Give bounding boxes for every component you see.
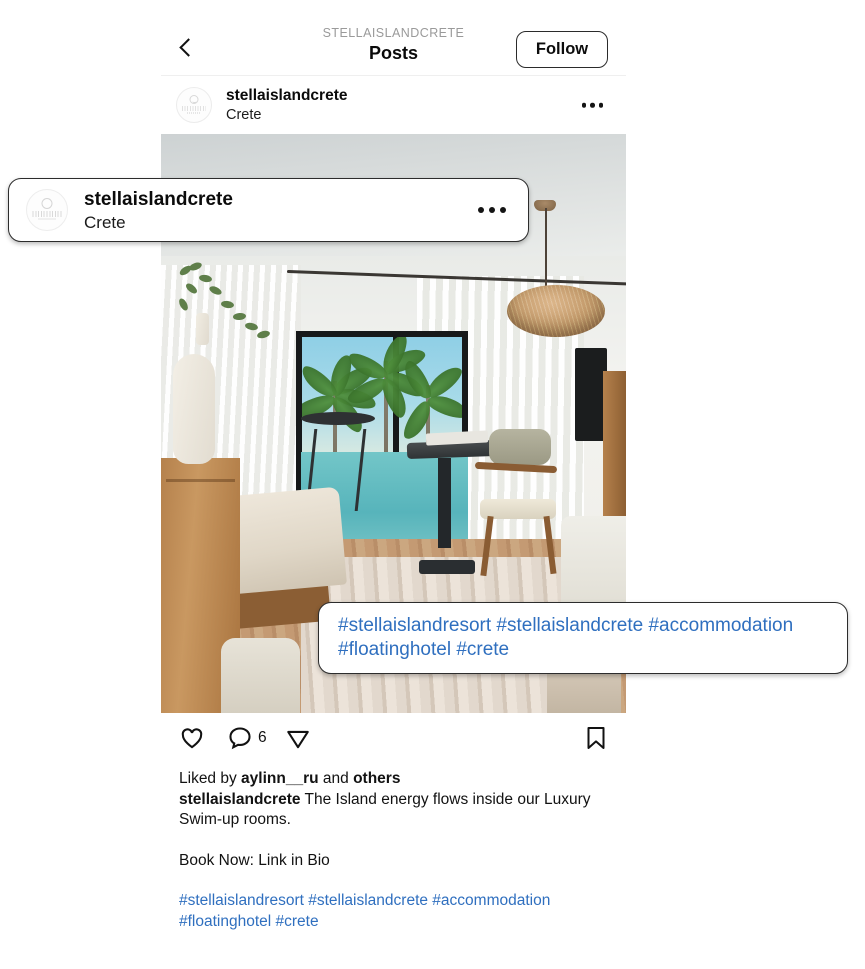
liked-by-mid: and (318, 770, 354, 787)
comment-button[interactable]: 6 (227, 725, 267, 751)
photo-lamp-cord (544, 208, 547, 290)
caption-author[interactable]: stellaislandcrete (179, 791, 300, 808)
photo-side-table-top (300, 411, 375, 425)
top-navigation-bar: STELLAISLANDCRETE Posts Follow (161, 0, 626, 76)
avatar-subtext (187, 111, 201, 114)
photo-armchair-back (488, 429, 551, 466)
avatar-emblem-icon (189, 95, 199, 105)
photo-ottoman (221, 637, 301, 713)
heart-icon (181, 728, 203, 749)
photo-olive-branch (175, 261, 285, 391)
caption-body-line: stellaislandcrete The Island energy flow… (179, 790, 608, 831)
comment-icon (229, 727, 251, 750)
share-paper-plane-icon (286, 730, 309, 749)
photo-dining-table-column (437, 458, 451, 549)
callout-account-text-group: stellaislandcrete Crete (84, 188, 233, 233)
photo-dining-table-base (419, 559, 476, 574)
share-button[interactable] (285, 725, 311, 751)
dot (478, 207, 484, 213)
avatar-emblem-icon (41, 198, 53, 210)
callout-account-row: stellaislandcrete Crete (8, 178, 529, 242)
callout-hashtags-line-2[interactable]: #floatinghotel #crete (338, 638, 827, 662)
callout-avatar[interactable] (26, 189, 68, 231)
dot (590, 102, 595, 108)
dot (598, 102, 603, 108)
back-button[interactable] (169, 30, 203, 64)
callout-hashtags: #stellaislandresort #stellaislandcrete #… (318, 602, 848, 674)
caption-hashtags-line-2[interactable]: #floatinghotel #crete (179, 912, 608, 933)
dot (581, 102, 586, 108)
chevron-left-icon (178, 37, 198, 57)
avatar-subtext (38, 218, 56, 221)
account-text-group: stellaislandcrete Crete (226, 86, 347, 124)
callout-account-username[interactable]: stellaislandcrete (84, 188, 233, 211)
follow-button[interactable]: Follow (516, 31, 608, 68)
post-action-bar: 6 (161, 713, 626, 763)
avatar[interactable] (176, 87, 212, 123)
liked-by-others[interactable]: others (353, 770, 400, 787)
account-location[interactable]: Crete (226, 106, 347, 124)
more-options-icon[interactable] (576, 97, 610, 114)
like-button[interactable] (179, 725, 205, 751)
liked-by-prefix: Liked by (179, 770, 242, 787)
comment-count: 6 (258, 729, 267, 746)
photo-rattan-pendant-lamp (507, 284, 606, 337)
post-account-row[interactable]: stellaislandcrete Crete (161, 76, 626, 134)
post-caption: Liked by aylinn__ru and others stellaisl… (161, 763, 626, 932)
callout-account-location[interactable]: Crete (84, 212, 233, 233)
caption-booking-line: Book Now: Link in Bio (179, 851, 330, 869)
save-button[interactable] (584, 725, 608, 751)
avatar-script-text (182, 105, 206, 111)
instagram-post-column: STELLAISLANDCRETE Posts Follow stellaisl… (161, 0, 626, 969)
callout-more-options-icon[interactable] (478, 207, 506, 213)
dot (500, 207, 506, 213)
bookmark-icon (587, 727, 605, 749)
caption-hashtags-line-1[interactable]: #stellaislandresort #stellaislandcrete #… (179, 891, 608, 912)
liked-by-line: Liked by aylinn__ru and others (179, 769, 608, 790)
account-username[interactable]: stellaislandcrete (226, 86, 347, 105)
photo-palm-frond (424, 391, 462, 423)
callout-hashtags-line-1[interactable]: #stellaislandresort #stellaislandcrete #… (338, 614, 827, 638)
dot (489, 207, 495, 213)
liked-by-username[interactable]: aylinn__ru (241, 770, 319, 787)
avatar-script-text (32, 210, 62, 217)
